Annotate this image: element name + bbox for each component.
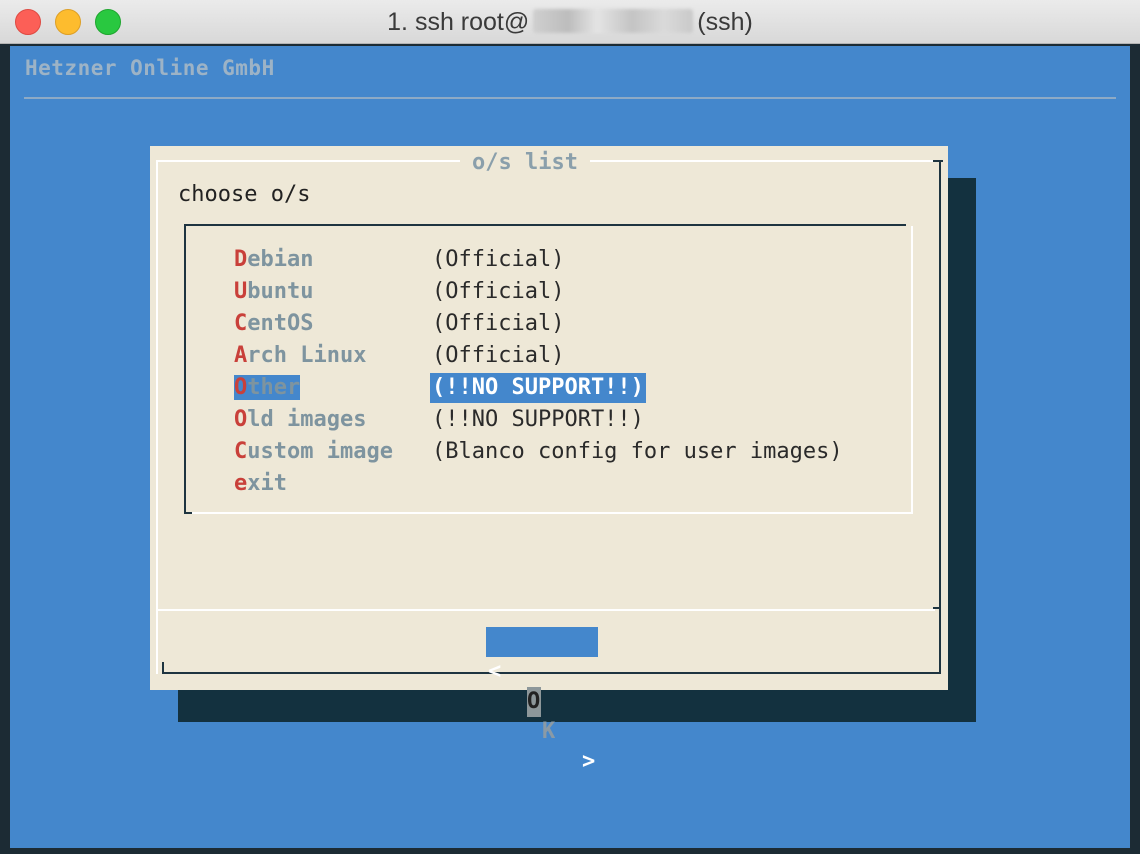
ok-button-right-bracket: > <box>582 749 596 774</box>
menu-item-label: ebian <box>247 247 314 272</box>
hotkey-letter: D <box>234 247 248 272</box>
hotkey-letter: C <box>234 311 248 336</box>
menu-frame-bottom <box>192 512 913 514</box>
menu-item-label: xit <box>247 471 287 496</box>
dialog-prompt: choose o/s <box>178 182 311 207</box>
menu-item-desc-selected[interactable]: (!!NO SUPPORT!!) <box>430 373 646 403</box>
hotkey-letter: A <box>234 343 248 368</box>
hotkey-letter: O <box>234 407 248 432</box>
menu-frame-top <box>184 224 906 226</box>
ok-button-hotkey: O <box>527 687 541 717</box>
menu-item-label: ustom image <box>247 439 393 464</box>
menu-item-other[interactable]: Other <box>234 373 301 403</box>
backtitle: Hetzner Online GmbH <box>25 56 275 80</box>
title-bar[interactable]: 1. ssh root@ (ssh) <box>0 0 1140 44</box>
menu-item-desc[interactable]: (Official) <box>432 341 564 371</box>
menu-item-label: ld images <box>247 407 367 432</box>
menu-item-desc[interactable]: (Blanco config for user images) <box>432 437 843 467</box>
redacted-hostname <box>533 9 694 34</box>
ok-button-label: K <box>542 719 556 744</box>
os-list-dialog: o/s list choose o/s Debian (Official) Ub… <box>150 146 948 774</box>
menu-item-arch-linux[interactable]: Arch Linux <box>234 341 366 371</box>
terminal-screen[interactable]: Hetzner Online GmbH o/s list choose o/s … <box>10 46 1130 848</box>
menu-item-ubuntu[interactable]: Ubuntu <box>234 277 313 307</box>
menu-item-exit[interactable]: exit <box>234 469 287 499</box>
hotkey-letter: e <box>234 471 248 496</box>
window-title: 1. ssh root@ (ssh) <box>0 0 1140 44</box>
menu-item-debian[interactable]: Debian <box>234 245 313 275</box>
menu-item-desc[interactable]: (Official) <box>432 245 564 275</box>
menu-item-label: entOS <box>247 311 314 336</box>
menu-frame-bottom-left <box>184 512 192 514</box>
backtitle-divider <box>24 97 1116 99</box>
dialog-frame-left <box>156 160 158 674</box>
dialog-title: o/s list <box>460 150 590 175</box>
menu-item-label: buntu <box>247 279 314 304</box>
dialog-frame-bottom-left <box>162 662 164 674</box>
ok-button-left-bracket: < <box>488 659 502 684</box>
menu-item-desc[interactable]: (Official) <box>432 309 564 339</box>
dialog-frame-right <box>939 160 941 674</box>
window-title-prefix: 1. ssh root@ <box>387 8 530 36</box>
hotkey-letter: O <box>234 375 248 400</box>
menu-item-centos[interactable]: CentOS <box>234 309 313 339</box>
menu-frame-left <box>184 224 186 514</box>
menu-item-label: ther <box>247 375 301 400</box>
button-area-divider <box>156 609 935 611</box>
menu-frame-right <box>911 226 913 514</box>
window-title-suffix: (ssh) <box>697 8 753 36</box>
menu-item-desc[interactable]: (!!NO SUPPORT!!) <box>432 405 644 435</box>
menu-item-custom-image[interactable]: Custom image <box>234 437 393 467</box>
button-area-divider-right <box>933 607 941 609</box>
dialog-frame-top-right <box>933 160 943 162</box>
hotkey-letter: C <box>234 439 248 464</box>
menu-item-desc[interactable]: (Official) <box>432 277 564 307</box>
menu-item-label: rch Linux <box>247 343 367 368</box>
hotkey-letter: U <box>234 279 248 304</box>
menu-item-old-images[interactable]: Old images <box>234 405 366 435</box>
ok-button[interactable]: < O K > <box>486 627 598 774</box>
terminal-window: 1. ssh root@ (ssh) Hetzner Online GmbH o/… <box>0 0 1140 854</box>
